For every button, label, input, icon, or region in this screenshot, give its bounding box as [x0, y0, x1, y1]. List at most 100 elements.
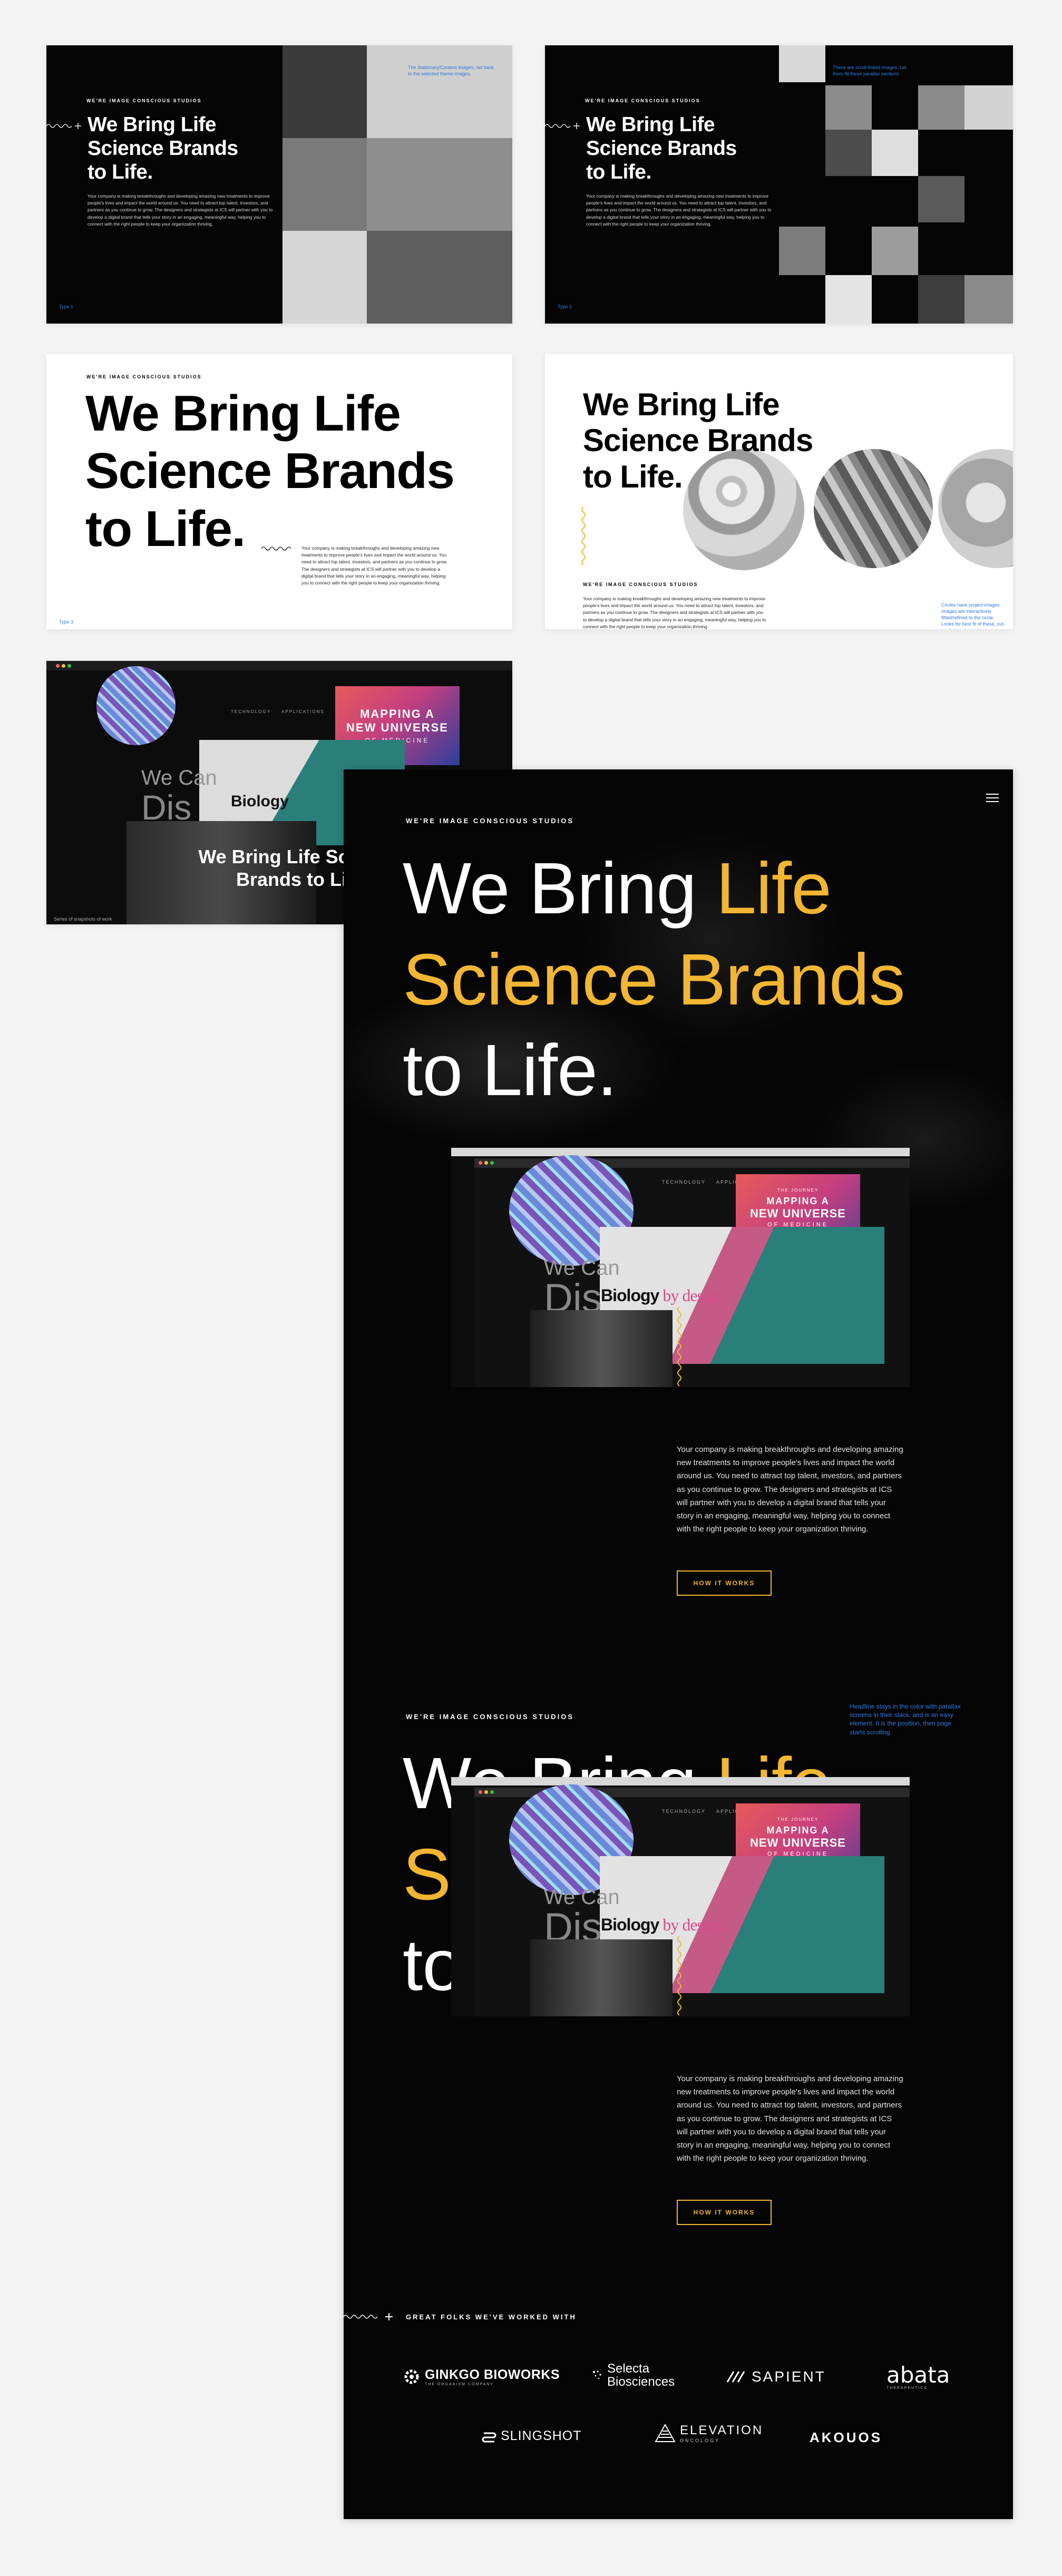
type-label: Type 2 — [558, 304, 572, 309]
window-dot-max — [490, 1790, 494, 1794]
slingshot-icon — [482, 2432, 496, 2442]
how-it-works-button-2[interactable]: HOW IT WORKS — [677, 2200, 772, 2225]
biology-title: Biology by design. — [601, 1915, 727, 1935]
headline-line-2: Science Brands — [583, 423, 813, 458]
concept-card-circles: We Bring Life Science Brands to Life. WE… — [545, 354, 1013, 629]
elevation-icon — [655, 2424, 676, 2442]
nav-technology: TECHNOLOGY — [662, 1809, 706, 1814]
body-copy: Your company is making breakthroughs and… — [87, 193, 273, 227]
selecta-name: Selecta — [607, 2362, 650, 2376]
window-dot-max — [67, 664, 71, 668]
annotation-note: Headline stays in the color with paralla… — [850, 1703, 961, 1736]
biology-tagline: by design. — [659, 1915, 727, 1934]
partners-title: GREAT FOLKS WE'VE WORKED WITH — [406, 2313, 577, 2321]
site-nav: TECHNOLOGY APPLICATIONS — [231, 709, 325, 714]
partner-logo-akouos[interactable]: AKOUOS — [810, 2429, 882, 2446]
hero-line-2: Science Brands — [403, 939, 905, 1020]
hero-line-3: to Life. — [403, 1030, 617, 1111]
nav-technology: TECHNOLOGY — [662, 1179, 706, 1185]
body-copy: Your company is making breakthroughs and… — [586, 193, 772, 227]
headline: We Bring Life Science Brands to Life. — [85, 385, 455, 558]
annotation-note: The Stationary/Content images, set back … — [408, 65, 494, 77]
hero-headline: We Bring Life Science Brands to Life. — [403, 843, 905, 1116]
concept-card-typographic: WE'RE IMAGE CONSCIOUS STUDIOS We Bring L… — [46, 354, 512, 629]
checker-tile — [779, 45, 825, 82]
selecta-sub: Biosciences — [607, 2375, 675, 2389]
grid-image — [282, 231, 367, 324]
headline: We Bring Life Science Brands to Life. — [583, 387, 813, 495]
how-it-works-button[interactable]: HOW IT WORKS — [677, 1570, 772, 1596]
partner-logo-sapient[interactable]: SAPIENT — [726, 2368, 826, 2385]
elevation-sub: ONCOLOGY — [680, 2438, 720, 2443]
eyebrow: WE'RE IMAGE CONSCIOUS STUDIOS — [583, 582, 698, 587]
biology-title: Biology by design. — [601, 1286, 727, 1305]
poster-line-1: MAPPING A — [766, 1196, 830, 1206]
headline: We Bring Life Science Brands to Life. — [87, 113, 238, 184]
homepage-mockup: WE'RE IMAGE CONSCIOUS STUDIOS We Bring L… — [344, 769, 1013, 2519]
checker-tile — [918, 275, 964, 324]
headline-line-1: We Bring Life — [583, 387, 780, 422]
body-copy: Your company is making breakthroughs and… — [301, 545, 447, 586]
dark-photo — [530, 1939, 673, 2016]
hero-eyebrow: WE'RE IMAGE CONSCIOUS STUDIOS — [406, 817, 574, 825]
slingshot-name: SLINGSHOT — [501, 2428, 582, 2443]
partner-logo-abata[interactable]: abata THERAPEUTICS — [886, 2364, 950, 2390]
biology-word: Biology — [601, 1286, 659, 1305]
poster-line-1: MAPPING A — [360, 707, 435, 720]
window-dot-min — [62, 664, 65, 668]
partner-logo-ginkgo[interactable]: GINKGO BIOWORKS THE ORGANISM COMPANY — [403, 2367, 560, 2386]
abata-name: abata — [886, 2362, 950, 2388]
checker-tile — [825, 275, 872, 324]
checker-tile — [964, 275, 1013, 324]
hero-work-collage: TECHNOLOGY APPLICATIONS THE JOURNEY MAPP… — [451, 1148, 910, 1387]
checker-tile — [918, 176, 964, 222]
squiggle-icon — [261, 545, 294, 554]
checker-tile — [918, 85, 964, 130]
gold-squiggle-icon — [580, 506, 587, 568]
squiggle-plus-icon — [46, 121, 83, 131]
checker-tile — [964, 85, 1013, 130]
poster-line-1: MAPPING A — [766, 1825, 830, 1836]
headline-line-2: Science Brands — [85, 443, 455, 500]
checker-tile — [779, 227, 825, 275]
poster-kicker: THE JOURNEY — [777, 1188, 819, 1193]
biology-tagline: by design. — [659, 1286, 727, 1305]
circle-image — [814, 449, 933, 568]
nav-technology: TECHNOLOGY — [231, 709, 271, 714]
circle-image — [938, 449, 1013, 568]
section-body-copy: Your company is making breakthroughs and… — [677, 2074, 903, 2163]
poster-line-2: NEW UNIVERSE — [750, 1836, 846, 1849]
menu-icon[interactable] — [985, 792, 1000, 804]
eyebrow: WE'RE IMAGE CONSCIOUS STUDIOS — [585, 98, 700, 103]
eyebrow: WE'RE IMAGE CONSCIOUS STUDIOS — [86, 98, 202, 103]
grid-image — [282, 138, 367, 231]
nav-applications: APPLICATIONS — [281, 709, 325, 714]
partner-logo-selecta[interactable]: Selecta Biosciences — [591, 2362, 675, 2388]
we-can-text: We Can — [141, 766, 217, 789]
headline: We Bring Life Science Brands to Life. — [586, 113, 737, 184]
partner-logo-slingshot[interactable]: SLINGSHOT — [482, 2428, 581, 2444]
overlay-line-1: We Bring Life — [198, 846, 320, 867]
partner-logo-elevation[interactable]: ELEVATION ONCOLOGY — [655, 2423, 763, 2443]
hero-line-1-gold: Life — [716, 848, 831, 929]
eyebrow: WE'RE IMAGE CONSCIOUS STUDIOS — [86, 374, 202, 379]
abata-sub: THERAPEUTICS — [886, 2386, 928, 2390]
poster-line-2: NEW UNIVERSE — [346, 721, 449, 734]
squiggle-plus-icon — [545, 121, 582, 131]
window-dot-min — [484, 1161, 488, 1165]
headline-line-2: Science Brands — [586, 137, 737, 160]
checker-tile — [872, 227, 918, 275]
headline-line-3: to Life. — [87, 161, 153, 184]
squiggle-plus-icon — [344, 2310, 396, 2326]
selecta-dots-icon — [593, 2370, 601, 2379]
sapient-slashes-icon — [726, 2371, 745, 2383]
annotation-note: Circles have project images. Images are … — [941, 602, 1005, 629]
checker-tile — [825, 85, 872, 130]
gold-squiggle-icon — [676, 1936, 683, 2016]
window-dot-min — [484, 1790, 488, 1794]
section-eyebrow: WE'RE IMAGE CONSCIOUS STUDIOS — [406, 1713, 574, 1721]
headline-line-3: to Life. — [586, 161, 651, 184]
window-dot-close — [56, 664, 60, 668]
molecule-image — [96, 666, 176, 745]
window-dot-max — [490, 1161, 494, 1165]
